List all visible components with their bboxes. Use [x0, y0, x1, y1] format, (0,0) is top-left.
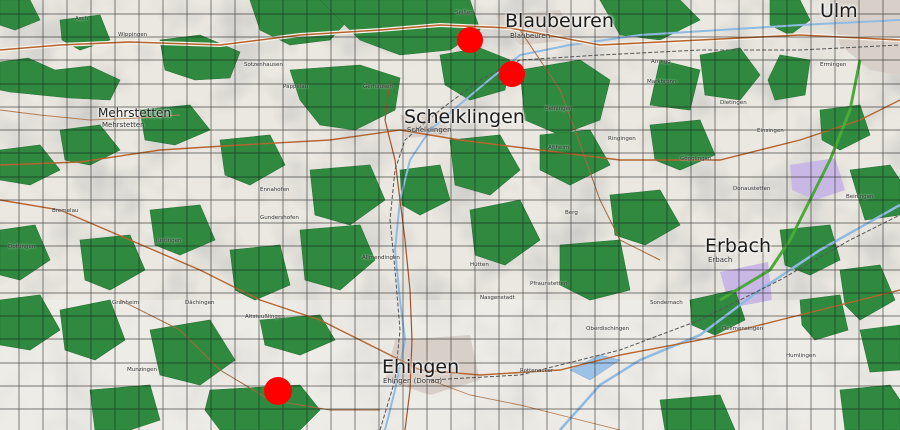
village-label: Hütten	[470, 262, 489, 268]
village-label: Markbronn	[647, 79, 677, 85]
city-label-schelklingen: Schelklingen	[404, 106, 525, 128]
city-sublabel-schelklingen: Schelklingen	[407, 126, 452, 134]
village-label: Asch	[75, 16, 89, 22]
village-label: Gerhausen	[363, 84, 393, 90]
village-label: Arnegg	[651, 59, 671, 65]
village-label: Beiningen	[846, 194, 874, 200]
village-label: Ennahofen	[260, 187, 290, 193]
village-label: Berg	[565, 210, 578, 216]
village-label: Dächingen	[185, 300, 215, 306]
village-label: Granheim	[112, 300, 140, 306]
marker-blaubeuren[interactable]	[457, 27, 483, 53]
village-label: Pfraunstetten	[530, 281, 568, 287]
village-label: Einsingen	[757, 128, 784, 134]
village-label: Sotzenhausen	[244, 62, 283, 68]
city-label-erbach: Erbach	[705, 235, 772, 257]
village-label: Bremelau	[52, 208, 79, 214]
village-label: Sondernach	[650, 300, 683, 306]
village-label: Altsteußlingen	[245, 314, 285, 320]
town-label-mehrstetten: Mehrstetten	[98, 106, 172, 120]
village-label: Pappelau	[283, 84, 309, 90]
village-label: Humlingen	[786, 353, 816, 359]
village-label: Ringingen	[608, 136, 636, 142]
village-label: Rottenacker	[520, 368, 554, 374]
village-label: Beiningen	[545, 106, 573, 112]
village-label: Oberdischingen	[586, 326, 630, 332]
map-view[interactable]: Ulm Blaubeuren Blaubeuren Schelklingen S…	[0, 0, 900, 430]
village-label: Munzingen	[127, 367, 157, 373]
village-label: Gundershofen	[260, 215, 299, 221]
village-label: Nasgenstadt	[480, 295, 515, 301]
city-label-blaubeuren: Blaubeuren	[505, 10, 614, 32]
marker-ehingen[interactable]	[264, 377, 292, 405]
village-label: Allmendingen	[362, 255, 400, 261]
marker-schelklingen[interactable]	[499, 61, 525, 87]
city-sublabel-ehingen: Ehingen (Donau)	[383, 377, 442, 385]
village-label: Dietingen	[720, 100, 747, 106]
village-label: Donaustetten	[733, 186, 771, 192]
village-label: Dellmensingen	[722, 326, 764, 332]
village-label: Justingen	[156, 238, 182, 244]
city-label-ulm: Ulm	[820, 0, 858, 22]
village-label: Dottingen	[8, 244, 36, 250]
village-label: Altheim	[548, 145, 570, 151]
village-label: Gögglingen	[680, 156, 712, 162]
village-label: Ermingen	[820, 62, 847, 68]
town-sublabel-mehrstetten: Mehrstetten	[102, 121, 145, 129]
city-label-ehingen: Ehingen	[382, 356, 460, 378]
city-sublabel-erbach: Erbach	[708, 256, 733, 264]
village-label: Seißen	[455, 10, 474, 16]
village-label: Wippingen	[118, 32, 148, 38]
city-sublabel-blaubeuren: Blaubeuren	[510, 32, 551, 40]
